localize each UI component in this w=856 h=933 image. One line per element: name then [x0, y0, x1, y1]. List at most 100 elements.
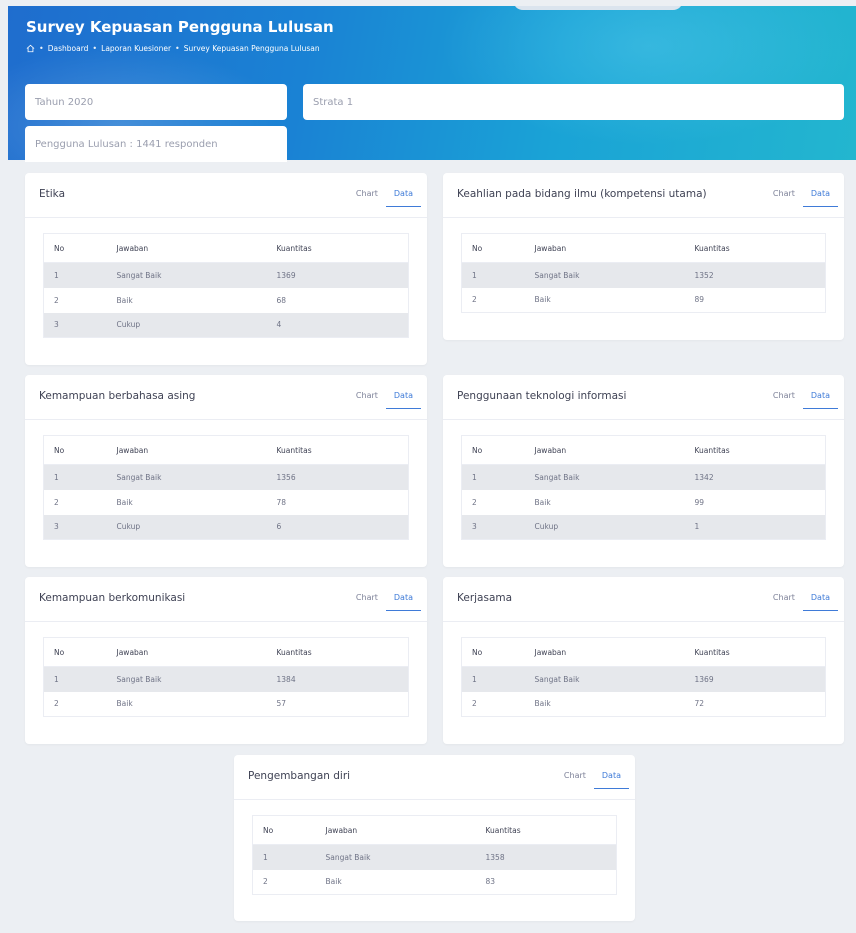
column-header-no: No: [43, 637, 107, 667]
data-table: No Jawaban Kuantitas 1 Sangat Baik 1369 2 Baik 6…: [43, 233, 409, 338]
cell-no: 3: [461, 514, 525, 540]
breadcrumb-item-laporan[interactable]: Laporan Kuesioner: [101, 44, 171, 53]
tab-chart[interactable]: Chart: [348, 391, 386, 409]
column-header-jawaban: Jawaban: [106, 233, 267, 263]
cell-no: 2: [472, 295, 477, 305]
cell-kuantitas: 1: [684, 514, 826, 540]
tab-chart[interactable]: Chart: [765, 391, 803, 409]
cell-jawaban: Sangat Baik: [106, 262, 267, 288]
column-header-jawaban: Jawaban: [315, 815, 476, 845]
cell-jawaban: Cukup: [106, 514, 267, 540]
data-table: No Jawaban Kuantitas 1 Sangat Baik 1358 2 Baik 8…: [252, 815, 617, 895]
tab-chart[interactable]: Chart: [348, 189, 386, 207]
tab-chart[interactable]: Chart: [556, 771, 594, 789]
cell-no: 2: [54, 699, 59, 709]
tab-data[interactable]: Data: [593, 771, 629, 789]
table-row: 2 Baik 72: [462, 692, 826, 717]
table-row: 1 Sangat Baik 1358: [252, 844, 617, 870]
table-row: 1 Sangat Baik 1352: [461, 262, 826, 288]
card-title: Pengembangan diri: [248, 770, 351, 782]
table-header-row: No Jawaban Kuantitas: [43, 637, 409, 667]
tab-data[interactable]: Data: [802, 391, 838, 409]
column-header-no: No: [461, 233, 525, 263]
home-icon[interactable]: [26, 44, 35, 53]
cell-no: 2: [472, 699, 477, 709]
cell-no: 3: [43, 514, 107, 540]
tab-data[interactable]: Data: [385, 593, 421, 611]
cell-jawaban: Sangat Baik: [315, 844, 476, 870]
survey-card: Kerjasama Chart Data No Jawaban Kuantitas 1 San…: [443, 577, 844, 744]
cell-jawaban: Cukup: [106, 312, 267, 338]
breadcrumb-item-survey: Survey Kepuasan Pengguna Lulusan: [183, 44, 320, 53]
card-tabs: Chart Data: [348, 189, 421, 207]
cell-no: 1: [43, 666, 107, 692]
breadcrumb: • Dashboard • Laporan Kuesioner • Survey…: [26, 44, 320, 53]
cell-kuantitas: 1358: [475, 844, 617, 870]
table-header-row: No Jawaban Kuantitas: [461, 637, 826, 667]
card-tabs: Chart Data: [765, 189, 838, 207]
tab-data[interactable]: Data: [802, 189, 838, 207]
breadcrumb-separator: •: [39, 44, 44, 53]
card-body: No Jawaban Kuantitas 1 Sangat Baik 1369 2 Baik 7…: [443, 622, 844, 717]
cell-kuantitas: 83: [485, 877, 496, 887]
cell-no: 1: [461, 666, 525, 692]
cell-no: 3: [43, 312, 107, 338]
cell-no: 2: [472, 497, 477, 507]
card-title: Kemampuan berbahasa asing: [39, 390, 196, 402]
data-table: No Jawaban Kuantitas 1 Sangat Baik 1352 2 Baik 8…: [461, 233, 826, 313]
cell-kuantitas: 1384: [266, 666, 409, 692]
data-table: No Jawaban Kuantitas 1 Sangat Baik 1342 2 Baik 9…: [461, 435, 826, 540]
survey-card: Penggunaan teknologi informasi Chart Data N…: [443, 375, 844, 567]
data-table: No Jawaban Kuantitas 1 Sangat Baik 1369 2 Baik 7…: [461, 637, 826, 717]
tab-data[interactable]: Data: [802, 593, 838, 611]
tab-data[interactable]: Data: [385, 189, 421, 207]
cell-jawaban: Baik: [325, 877, 342, 887]
table-header-row: No Jawaban Kuantitas: [43, 435, 409, 465]
header-tab-shape: [513, 6, 683, 10]
cell-kuantitas: 72: [694, 699, 705, 709]
cell-no: 1: [461, 464, 525, 490]
cell-jawaban: Sangat Baik: [106, 666, 267, 692]
cell-jawaban: Cukup: [524, 514, 685, 540]
table-row: 2 Baik 57: [44, 692, 409, 717]
year-select[interactable]: Tahun 2020: [25, 84, 287, 120]
card-header: Pengembangan diri Chart Data: [234, 755, 635, 800]
data-table: No Jawaban Kuantitas 1 Sangat Baik 1384 2 Baik 5…: [43, 637, 409, 717]
header-glow: [438, 6, 856, 146]
column-header-jawaban: Jawaban: [524, 233, 685, 263]
card-title: Kemampuan berkomunikasi: [39, 592, 186, 604]
cell-jawaban: Baik: [534, 295, 551, 305]
cell-jawaban: Sangat Baik: [106, 464, 267, 490]
column-header-kuantitas: Kuantitas: [684, 233, 826, 263]
cell-no: 1: [252, 844, 316, 870]
table-row: 2 Baik 89: [462, 288, 826, 313]
column-header-no: No: [252, 815, 316, 845]
card-header: Penggunaan teknologi informasi Chart Data: [443, 375, 844, 420]
strata-select[interactable]: Strata 1: [303, 84, 844, 120]
cell-no: 1: [43, 262, 107, 288]
table-row: 1 Sangat Baik 1342: [461, 464, 826, 490]
column-header-jawaban: Jawaban: [106, 435, 267, 465]
table-row: 1 Sangat Baik 1356: [43, 464, 409, 490]
cell-kuantitas: 99: [694, 497, 705, 507]
cell-kuantitas: 6: [266, 514, 409, 540]
table-header-row: No Jawaban Kuantitas: [252, 815, 617, 845]
tab-chart[interactable]: Chart: [348, 593, 386, 611]
cell-jawaban: Sangat Baik: [524, 666, 685, 692]
card-body: No Jawaban Kuantitas 1 Sangat Baik 1356 2 Baik 7…: [25, 420, 427, 540]
card-tabs: Chart Data: [348, 593, 421, 611]
column-header-no: No: [461, 435, 525, 465]
column-header-no: No: [43, 233, 107, 263]
cell-jawaban: Sangat Baik: [524, 464, 685, 490]
card-body: No Jawaban Kuantitas 1 Sangat Baik 1342 2 Baik 9…: [443, 420, 844, 540]
tab-chart[interactable]: Chart: [765, 593, 803, 611]
column-header-kuantitas: Kuantitas: [266, 637, 409, 667]
tab-data[interactable]: Data: [385, 391, 421, 409]
breadcrumb-item-dashboard[interactable]: Dashboard: [48, 44, 89, 53]
page-title: Survey Kepuasan Pengguna Lulusan: [26, 18, 334, 36]
column-header-kuantitas: Kuantitas: [266, 233, 409, 263]
tab-chart[interactable]: Chart: [765, 189, 803, 207]
cell-jawaban: Baik: [534, 699, 551, 709]
survey-card: Pengembangan diri Chart Data No Jawaban Kuant…: [234, 755, 635, 921]
table-row: 3 Cukup 1: [461, 514, 826, 540]
